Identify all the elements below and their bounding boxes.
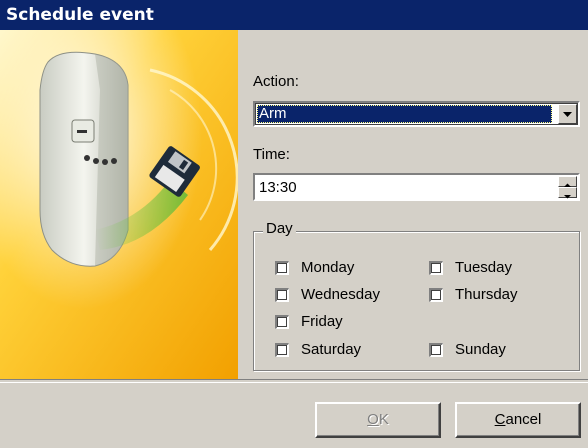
- cancel-accelerator: C: [494, 411, 506, 428]
- action-selected-value: Arm: [257, 105, 552, 123]
- checkbox-label: Friday: [301, 313, 343, 330]
- action-label: Action:: [253, 73, 299, 90]
- checkbox-box[interactable]: [429, 288, 443, 302]
- checkbox-box[interactable]: [275, 261, 289, 275]
- cancel-label-rest: ancel: [505, 411, 542, 428]
- ok-label-rest: K: [378, 411, 389, 428]
- ok-button[interactable]: OK: [315, 402, 441, 438]
- ok-accelerator: O: [367, 411, 379, 428]
- checkbox-label: Monday: [301, 259, 355, 276]
- checkbox-label: Sunday: [455, 341, 506, 358]
- dropdown-arrow-button[interactable]: [558, 104, 577, 124]
- checkbox-box[interactable]: [429, 261, 443, 275]
- checkbox-box[interactable]: [429, 343, 443, 357]
- checkbox-label: Wednesday: [301, 286, 380, 303]
- action-dropdown[interactable]: Arm: [253, 101, 580, 127]
- checkbox-thursday[interactable]: Thursday: [429, 286, 588, 306]
- checkbox-box[interactable]: [275, 315, 289, 329]
- day-group-title: Day: [263, 220, 296, 237]
- time-value: 13:30: [259, 179, 297, 196]
- checkbox-label: Saturday: [301, 341, 362, 358]
- checkbox-sunday[interactable]: Sunday: [429, 341, 588, 361]
- arrow-down-icon: [564, 195, 571, 199]
- time-input[interactable]: 13:30: [253, 173, 580, 201]
- checkbox-box[interactable]: [275, 288, 289, 302]
- checkbox-box[interactable]: [275, 343, 289, 357]
- checkbox-label: Thursday: [455, 286, 518, 303]
- motion-sensor-illustration: [0, 30, 238, 379]
- checkbox-label: Tuesday: [455, 259, 512, 276]
- checkbox-friday[interactable]: Friday: [275, 313, 475, 333]
- checkbox-tuesday[interactable]: Tuesday: [429, 259, 588, 279]
- sensor-image: [0, 30, 238, 379]
- time-decrement-button[interactable]: [558, 187, 577, 199]
- time-increment-button[interactable]: [558, 176, 577, 187]
- time-label: Time:: [253, 146, 290, 163]
- title-bar[interactable]: Schedule event: [0, 0, 588, 30]
- footer-divider: [0, 379, 588, 383]
- chevron-down-icon: [563, 112, 572, 117]
- window-title: Schedule event: [6, 5, 154, 25]
- cancel-button[interactable]: Cancel: [455, 402, 581, 438]
